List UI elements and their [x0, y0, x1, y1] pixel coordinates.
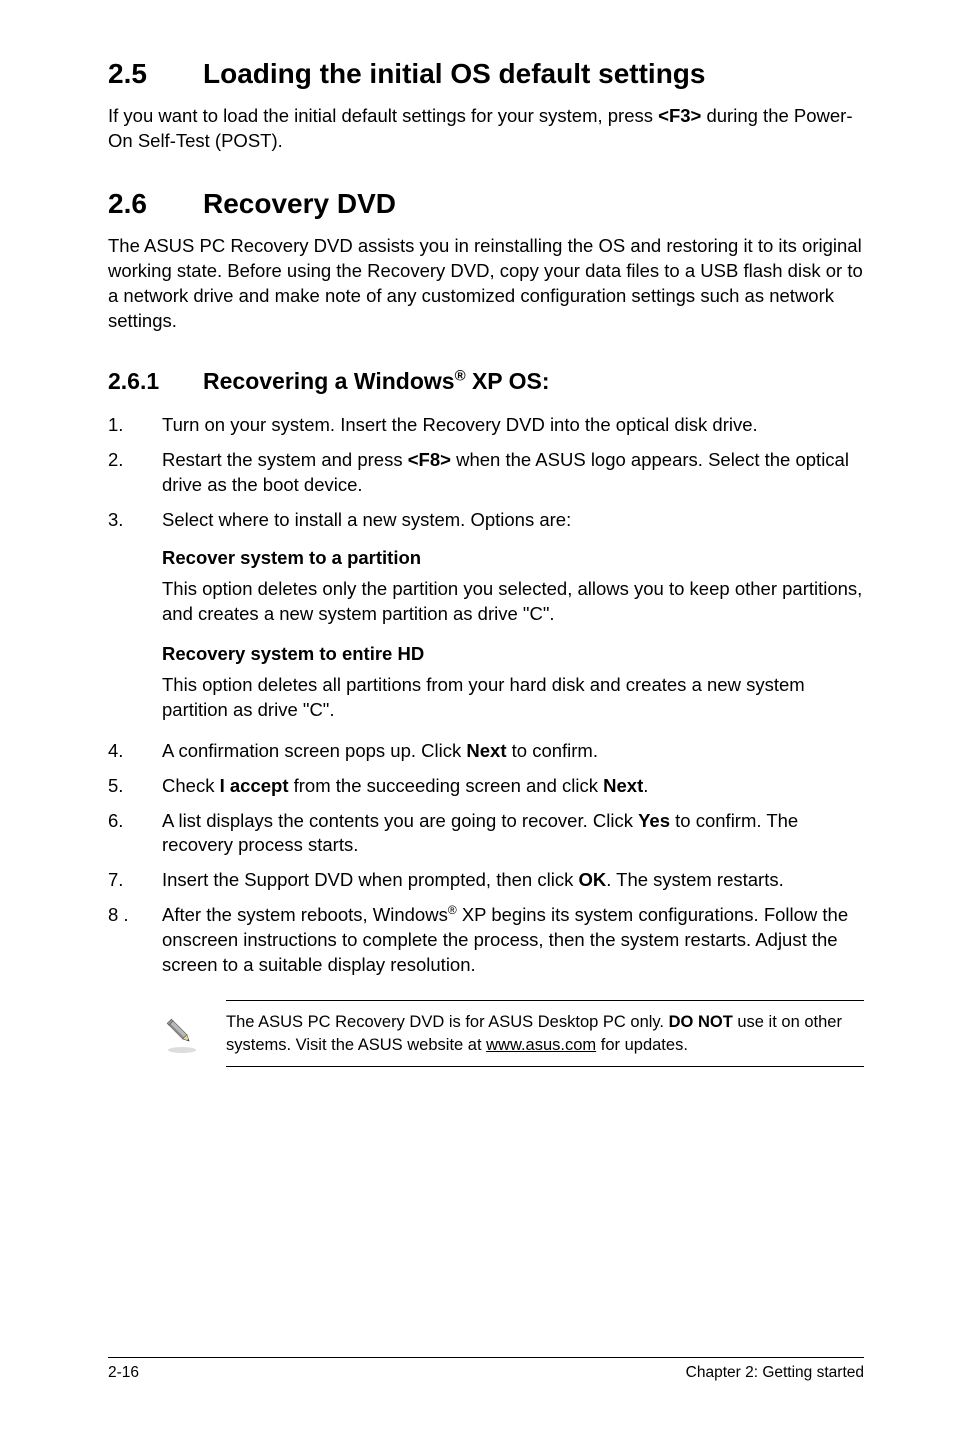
option-heading: Recovery system to entire HD: [162, 643, 864, 665]
section-title: Loading the initial OS default settings: [203, 58, 705, 90]
recovery-options: Recover system to a partition This optio…: [162, 547, 864, 723]
note-callout: The ASUS PC Recovery DVD is for ASUS Des…: [162, 1000, 864, 1067]
list-item: 7. Insert the Support DVD when prompted,…: [108, 868, 864, 893]
page-footer: 2-16 Chapter 2: Getting started: [108, 1357, 864, 1382]
subsection-heading-2-6-1: 2.6.1 Recovering a Windows® XP OS:: [108, 368, 864, 395]
option-heading: Recover system to a partition: [162, 547, 864, 569]
list-item: 6. A list displays the contents you are …: [108, 809, 864, 859]
list-item: 8 . After the system reboots, Windows® X…: [108, 903, 864, 978]
section-title: Recovery DVD: [203, 188, 396, 220]
option-text: This option deletes only the partition y…: [162, 577, 864, 627]
list-item: 2. Restart the system and press <F8> whe…: [108, 448, 864, 498]
list-item: 3. Select where to install a new system.…: [108, 508, 864, 533]
section-heading-2-5: 2.5 Loading the initial OS default setti…: [108, 58, 864, 90]
option-text: This option deletes all partitions from …: [162, 673, 864, 723]
steps-list-b: 4. A confirmation screen pops up. Click …: [108, 739, 864, 979]
list-item: 5. Check I accept from the succeeding sc…: [108, 774, 864, 799]
pencil-icon: [162, 1014, 202, 1054]
list-item: 4. A confirmation screen pops up. Click …: [108, 739, 864, 764]
section-2-5-body: If you want to load the initial default …: [108, 104, 864, 154]
section-number: 2.5: [108, 58, 203, 90]
chapter-label: Chapter 2: Getting started: [686, 1364, 864, 1382]
section-2-6-body: The ASUS PC Recovery DVD assists you in …: [108, 234, 864, 334]
section-number: 2.6: [108, 188, 203, 220]
steps-list-a: 1. Turn on your system. Insert the Recov…: [108, 413, 864, 533]
note-text: The ASUS PC Recovery DVD is for ASUS Des…: [226, 1000, 864, 1067]
list-item: 1. Turn on your system. Insert the Recov…: [108, 413, 864, 438]
page-number: 2-16: [108, 1364, 139, 1382]
subsection-title: Recovering a Windows® XP OS:: [203, 368, 550, 395]
subsection-number: 2.6.1: [108, 368, 203, 395]
section-heading-2-6: 2.6 Recovery DVD: [108, 188, 864, 220]
